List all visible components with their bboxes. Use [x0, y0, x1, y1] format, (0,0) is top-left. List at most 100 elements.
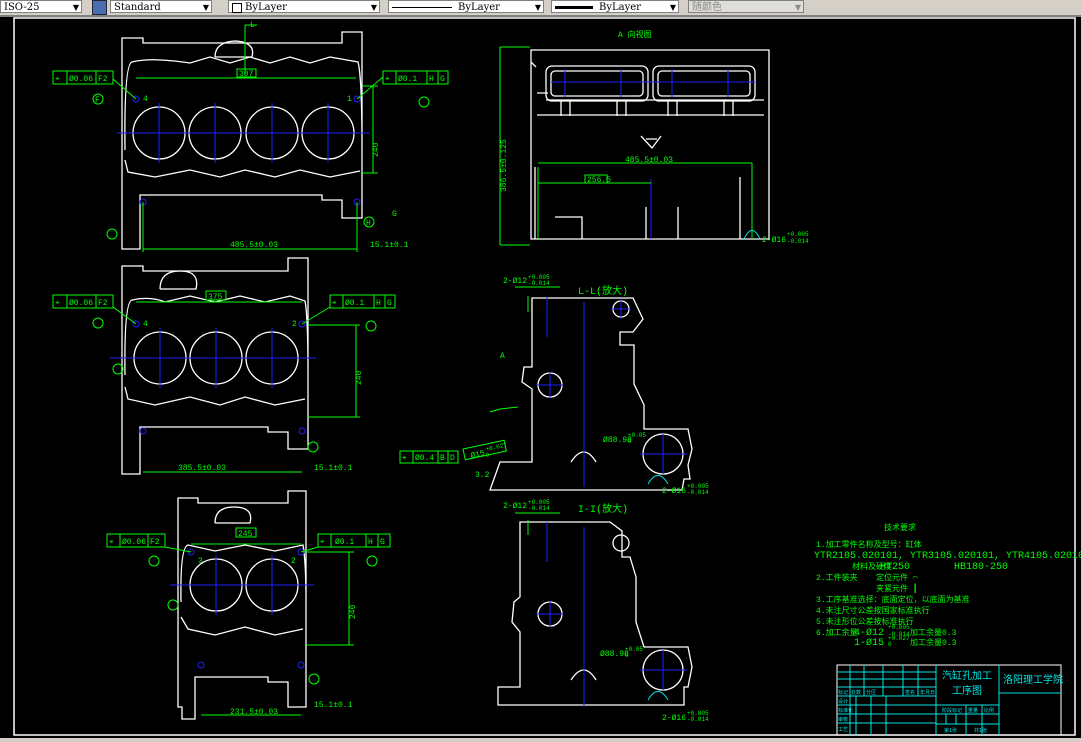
tech-line: 夹紧元件 ┃ — [876, 583, 918, 594]
hole-number: 3 — [198, 557, 203, 566]
fcf-symbol: ⌖ — [320, 538, 325, 547]
drawing-name: 汽缸孔加工 — [942, 669, 992, 682]
tolerance-lower: 0 — [625, 652, 629, 659]
title-block: 汽缸孔加工 工序图 洛阳理工学院 标记 处数 分区 签名 年月日 设计 标准化 … — [836, 664, 1063, 736]
datum-label: G — [392, 210, 397, 219]
view-title: A 向视图 — [618, 29, 652, 40]
fcf-symbol: ⌖ — [402, 454, 407, 463]
chevron-down-icon: ▼ — [370, 3, 377, 12]
chevron-down-icon: ▼ — [72, 3, 79, 12]
tech-line: 6.加工余量 — [816, 627, 858, 638]
tech-models: YTR2105.020101, YTR3105.020101, YTR4105.… — [814, 551, 1081, 562]
fcf-symbol: ⌖ — [55, 75, 60, 84]
text-style-icon[interactable] — [92, 0, 107, 15]
dimension-text: 15.1±0.1 — [314, 701, 353, 710]
view-title: L-L(放大) — [578, 284, 628, 298]
tech-line: 加工余量0.3 — [910, 627, 957, 638]
fcf-symbol: ⌖ — [385, 75, 390, 84]
dimension-text: Ø15 — [470, 449, 486, 461]
tech-line: 1-Ø15 — [854, 637, 884, 649]
fcf-datum: G — [387, 299, 392, 308]
sheet-number: 第1张 — [944, 727, 957, 734]
hole-number: 2 — [291, 557, 296, 566]
role-cell: 标准化 — [838, 707, 853, 714]
dimension-text: 485.5±0.03 — [625, 156, 673, 165]
role-cell: 工艺 — [838, 727, 848, 733]
section-label: L — [250, 21, 255, 30]
dimension-text: 2-Ø16 — [762, 236, 786, 245]
dimension-style-dropdown[interactable]: ISO-25 ▼ — [0, 0, 82, 13]
header-cell: 年月日 — [920, 689, 935, 696]
textstyle-value: Standard — [114, 2, 161, 13]
tolerance-upper: +0.005 — [888, 624, 910, 631]
fcf-tolerance: Ø0.1 — [335, 538, 354, 547]
view-2-cylinder: ⌖ Ø0.06 F2 ⌖ Ø0.1 H G 245 231.5±0.03 15.… — [106, 490, 391, 720]
dimension-text: 2-Ø12 — [503, 277, 527, 286]
fcf-datum: D — [450, 454, 455, 463]
drawing-canvas[interactable]: ⌖ Ø0.06 F2 ⌖ Ø0.1 H G F H G L 307 485.5±… — [0, 17, 1081, 738]
hole-number: 2 — [292, 320, 297, 329]
tech-line: 4.未注尺寸公差按国家标准执行 — [816, 605, 930, 616]
header-cell: 分区 — [866, 689, 876, 696]
tech-line: 1.加工零件名称及型号：缸体 — [816, 539, 922, 550]
roughness-value: 3.2 — [475, 471, 490, 480]
color-dropdown[interactable]: ByLayer ▼ — [228, 0, 380, 13]
drawing-name: 工序图 — [952, 684, 982, 697]
linetype-dropdown[interactable]: ByLayer ▼ — [388, 0, 544, 13]
weight-cell: 重量 — [968, 707, 978, 714]
role-cell: 审核 — [838, 716, 848, 723]
fcf-datum: F2 — [98, 75, 108, 84]
hole-number: 1 — [347, 95, 352, 104]
dimension-text: 15.1±0.1 — [314, 464, 353, 473]
hole-number: 4 — [143, 320, 148, 329]
dimension-text: 386.5±0.125 — [500, 139, 509, 192]
fcf-datum: G — [380, 538, 385, 547]
text-style-dropdown[interactable]: Standard ▼ — [110, 0, 212, 13]
fcf-datum: H — [368, 538, 373, 547]
tolerance-lower: 0 — [628, 438, 632, 445]
fcf-datum: F2 — [98, 299, 108, 308]
drawing-frame — [13, 17, 1076, 736]
tolerance-lower: -0.014 — [687, 489, 709, 496]
side-view-a: A 向视图 386.5±0.125 485.5±0.03 256.5 2-Ø16… — [499, 29, 809, 246]
view-title: I-I(放大) — [578, 502, 628, 516]
fcf-tolerance: Ø0.06 — [122, 538, 146, 547]
dimension-text: 307 — [239, 70, 254, 79]
dimstyle-value: ISO-25 — [4, 2, 40, 13]
tolerance-upper: +0.005 — [787, 231, 809, 238]
role-cell: 设计 — [838, 698, 848, 705]
chevron-down-icon: ▼ — [669, 3, 676, 12]
fcf-tolerance: Ø0.1 — [345, 299, 364, 308]
lineweight-dropdown[interactable]: ByLayer ▼ — [551, 0, 679, 13]
tech-line: 2.工件装夹 — [816, 572, 858, 583]
linetype-value: ByLayer — [458, 2, 500, 13]
tolerance-lower: 0 — [888, 641, 892, 648]
dimension-text: 2-Ø16 — [662, 487, 686, 496]
fcf-tolerance: Ø0.06 — [69, 299, 93, 308]
dimension-text: 240 — [355, 370, 364, 385]
school-name: 洛阳理工学院 — [1003, 673, 1063, 686]
dimension-text: 485.5±0.03 — [230, 241, 278, 250]
hole-number: 4 — [143, 95, 148, 104]
tech-line: 3.工序基准选择：底面定位，以底面为基准 — [816, 594, 970, 605]
fcf-datum: G — [440, 75, 445, 84]
color-value: ByLayer — [245, 2, 287, 13]
plotstyle-dropdown[interactable]: 随颜色 ▼ — [688, 0, 804, 13]
fcf-datum: F2 — [150, 538, 160, 547]
datum-label: H — [366, 219, 371, 228]
plotstyle-value: 随颜色 — [692, 2, 722, 13]
properties-toolbar: ISO-25 ▼ Standard ▼ ByLayer ▼ ByLayer ▼ ByLa… — [0, 0, 1081, 17]
section-view-i-i: I-I(放大) 2-Ø12 +0.005 -0.014 Ø88.98 +0.05… — [497, 499, 709, 723]
stage-cell: 阶段标记 — [942, 707, 962, 714]
fcf-symbol: ⌖ — [109, 538, 114, 547]
tolerance-lower: -0.014 — [787, 238, 809, 245]
fcf-symbol: ⌖ — [332, 299, 337, 308]
chevron-down-icon: ▼ — [534, 3, 541, 12]
color-swatch-icon — [232, 2, 242, 13]
horizontal-scrollbar[interactable] — [0, 738, 1081, 742]
technical-requirements: 技术要求 1.加工零件名称及型号：缸体 YTR2105.020101, YTR3… — [814, 522, 1081, 649]
view-arrow-label: A — [500, 352, 505, 361]
view-3-cylinder: ⌖ Ø0.06 F2 ⌖ Ø0.1 H G 375 385.5±0.03 15.… — [52, 257, 396, 475]
sheet-total: 共1张 — [974, 727, 987, 734]
fcf-tolerance: Ø0.4 — [415, 454, 434, 463]
